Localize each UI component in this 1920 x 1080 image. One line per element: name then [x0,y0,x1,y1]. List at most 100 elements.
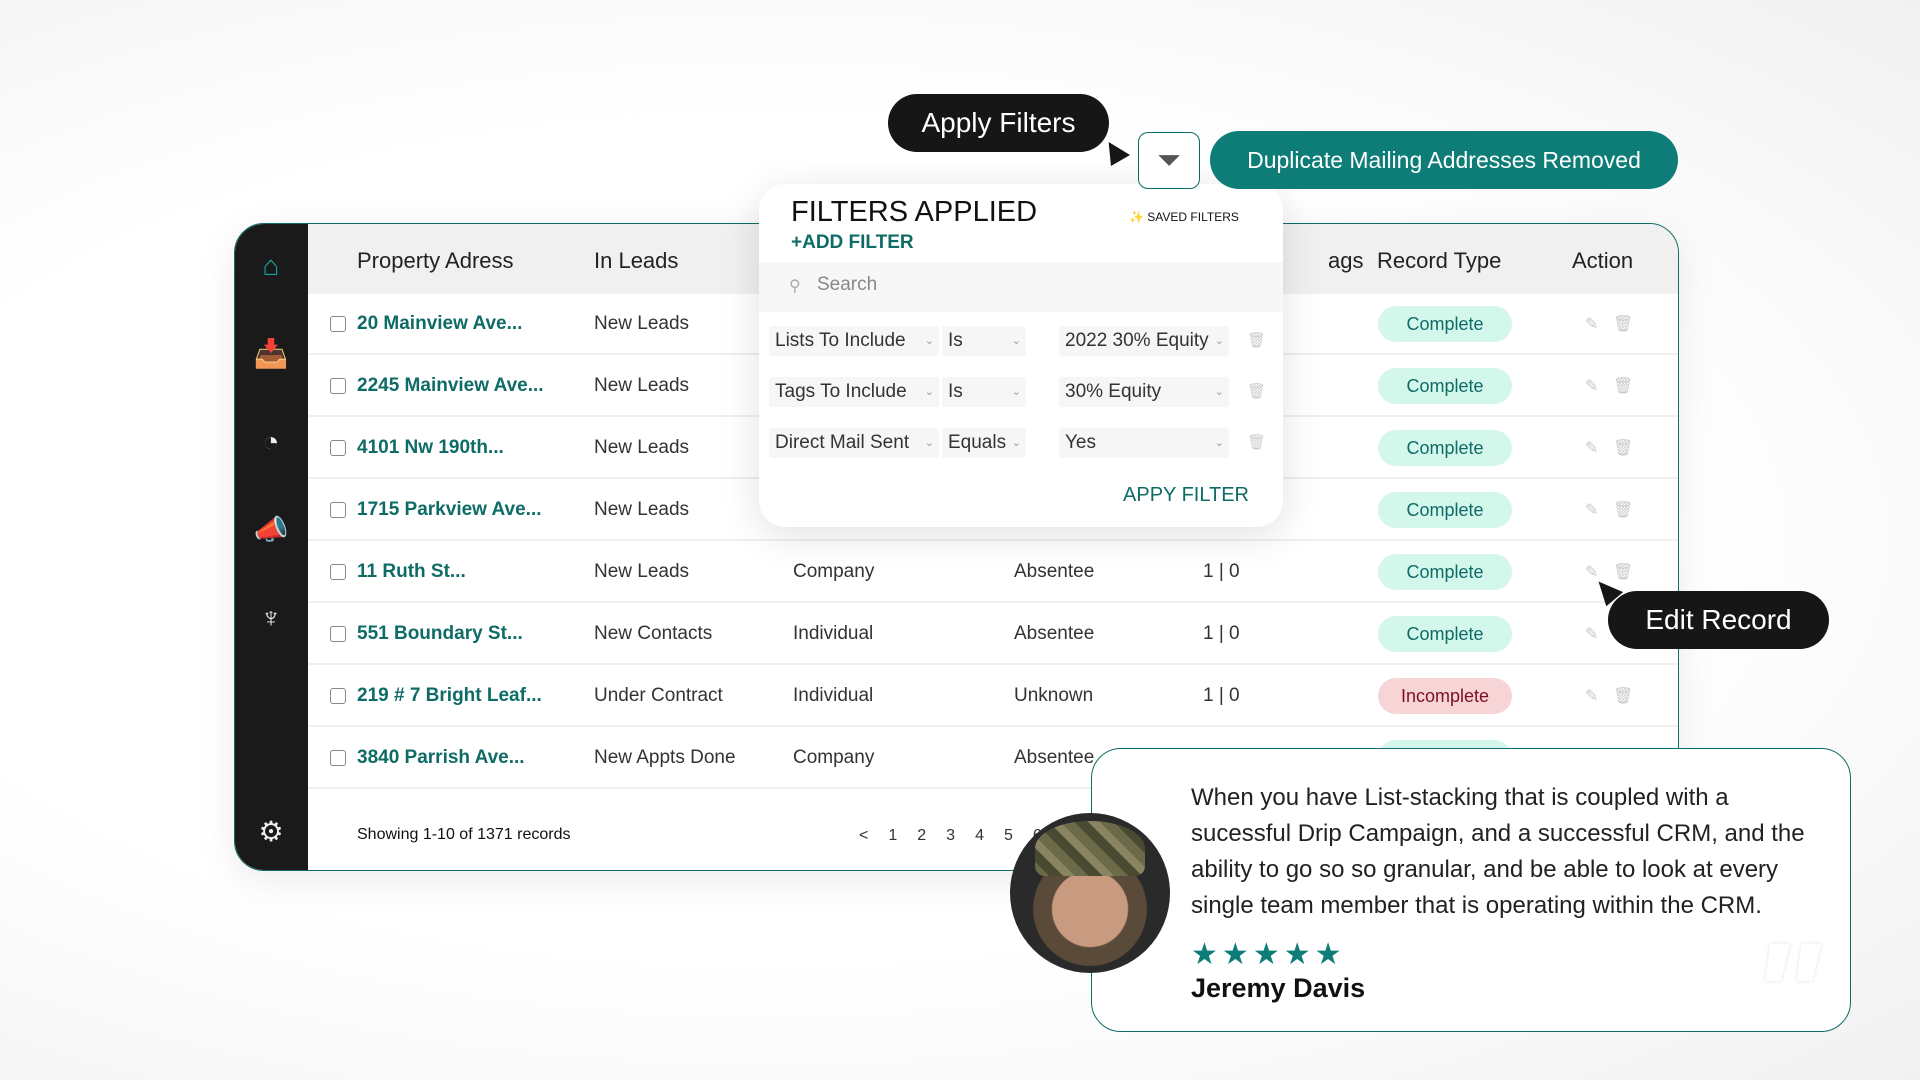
camo-cap [1035,821,1145,876]
filter-field-select[interactable]: Tags To Include ⌄ [769,377,939,407]
chevron-down-icon: ⌄ [1214,437,1224,449]
filter-value-select[interactable]: 2022 30% Equity ⌄ [1059,326,1229,356]
property-address-link[interactable]: 551 Boundary St... [357,623,523,645]
edit-icon[interactable]: ✎ [1585,500,1598,520]
add-filter-button[interactable]: +ADD FILTER [791,232,914,254]
chevron-down-icon: ⌄ [1011,335,1021,347]
edit-icon[interactable]: ✎ [1585,376,1598,396]
header-address[interactable]: Property Adress [357,248,514,274]
page-link[interactable]: 4 [975,827,984,844]
chevron-down-icon: ⌄ [924,386,934,398]
gear-icon[interactable]: ⚙ [253,814,289,850]
home-logo-icon[interactable]: ⌂ [253,248,289,284]
record-status-badge: Incomplete [1378,677,1512,714]
record-status-badge: Complete [1378,615,1512,652]
trash-icon[interactable]: 🗑 [1613,500,1633,520]
funnel-icon: ⏷ [1157,144,1181,177]
trash-icon[interactable]: 🗑 [1247,382,1266,400]
chevron-down-icon: ⌄ [924,335,934,347]
apply-filters-callout: Apply Filters [888,94,1109,152]
inbox-icon[interactable]: 📥 [253,336,289,372]
property-address-link[interactable]: 4101 Nw 190th... [357,437,504,459]
chevron-down-icon: ⌄ [1011,386,1021,398]
records-count: Showing 1-10 of 1371 records [357,826,571,843]
filter-field-select[interactable]: Lists To Include ⌄ [769,326,939,356]
chart-icon[interactable]: ◔ [253,424,289,460]
record-status-badge: Complete [1378,553,1512,590]
filter-operator-select[interactable]: Is ⌄ [942,377,1026,407]
trash-icon[interactable]: 🗑 [1613,686,1633,706]
plant-icon[interactable]: ♆ [253,600,289,636]
filter-field-select[interactable]: Direct Mail Sent ⌄ [769,428,939,458]
star-rating: ★★★★★ [1191,937,1346,972]
record-status-badge: Complete [1378,429,1512,466]
page-link[interactable]: 2 [917,827,926,844]
trash-icon[interactable]: 🗑 [1613,562,1633,582]
row-checkbox[interactable] [330,439,346,456]
quote-line: single team member that is operating wit… [1191,892,1762,919]
lead-stage: New Contacts [594,622,713,644]
property-address-link[interactable]: 20 Mainview Ave... [357,313,522,335]
filter-value-select[interactable]: 30% Equity ⌄ [1059,377,1229,407]
filter-value-select[interactable]: Yes ⌄ [1059,428,1229,458]
property-address-link[interactable]: 3840 Parrish Ave... [357,747,525,769]
occupancy: Unknown [1014,684,1094,706]
page-link[interactable]: 5 [1004,827,1013,844]
filter-value: 30% Equity [1065,381,1162,402]
filter-field-value: Lists To Include [775,330,906,351]
trash-icon[interactable]: 🗑 [1247,433,1266,451]
trash-icon[interactable]: 🗑 [1247,331,1266,349]
saved-filters-button[interactable]: ✨ SAVED FILTERS [1129,210,1239,224]
row-checkbox[interactable] [330,749,346,766]
trash-icon[interactable]: 🗑 [1613,376,1633,396]
edit-icon[interactable]: ✎ [1585,314,1598,334]
header-record-type[interactable]: Record Type [1377,248,1501,274]
edit-icon[interactable]: ✎ [1585,624,1598,644]
filter-search[interactable]: ⚲ Search [759,262,1283,312]
row-checkbox[interactable] [330,501,346,518]
header-action[interactable]: Action [1572,248,1633,274]
edit-icon[interactable]: ✎ [1585,562,1598,582]
edit-icon[interactable]: ✎ [1585,438,1598,458]
row-checkbox[interactable] [330,315,346,332]
trash-icon[interactable]: 🗑 [1613,438,1633,458]
filter-funnel-button[interactable]: ⏷ [1138,132,1200,189]
star-icon: ★ [1252,938,1284,971]
apply-filter-button[interactable]: APPY FILTER [1123,484,1249,507]
row-checkbox[interactable] [330,625,346,642]
tag-count: 1 | 0 [1203,684,1240,706]
trash-icon[interactable]: 🗑 [1613,314,1633,334]
row-checkbox[interactable] [330,377,346,394]
row-checkbox[interactable] [330,563,346,580]
table-row[interactable]: 219 # 7 Bright Leaf... Under Contract In… [308,666,1678,727]
property-address-link[interactable]: 219 # 7 Bright Leaf... [357,685,542,707]
page-link[interactable]: 1 [888,827,897,844]
quote-line: sucessful Drip Campaign, and a successfu… [1191,820,1805,847]
table-row[interactable]: 551 Boundary St... New Contacts Individu… [308,604,1678,665]
row-checkbox[interactable] [330,687,346,704]
lead-stage: New Leads [594,312,690,334]
filter-value: Yes [1065,432,1096,453]
author-avatar [1010,813,1170,973]
property-address-link[interactable]: 1715 Parkview Ave... [357,499,542,521]
table-row[interactable]: 11 Ruth St... New Leads Company Absentee… [308,542,1678,603]
header-in-leads[interactable]: In Leads [594,248,678,274]
property-address-link[interactable]: 2245 Mainview Ave... [357,375,544,397]
prev-page-button[interactable]: < [859,827,868,844]
filter-operator-select[interactable]: Equals ⌄ [942,428,1026,458]
page-link[interactable]: 3 [946,827,955,844]
megaphone-icon[interactable]: 📣 [253,512,289,548]
occupancy: Absentee [1014,746,1095,768]
edit-icon[interactable]: ✎ [1585,686,1598,706]
filter-operator-select[interactable]: Is ⌄ [942,326,1026,356]
search-icon: ⚲ [789,278,801,295]
property-address-link[interactable]: 11 Ruth St... [357,561,466,583]
record-status-badge: Complete [1378,367,1512,404]
tag-count: 1 | 0 [1203,622,1240,644]
star-icon: ★ [1314,938,1346,971]
header-tags[interactable]: ags [1328,248,1363,274]
star-icon: ★ [1283,938,1315,971]
filters-popup: FILTERS APPLIED +ADD FILTER ✨ SAVED FILT… [759,184,1283,527]
search-input[interactable]: Search [817,274,877,296]
owner-type: Individual [793,684,874,706]
